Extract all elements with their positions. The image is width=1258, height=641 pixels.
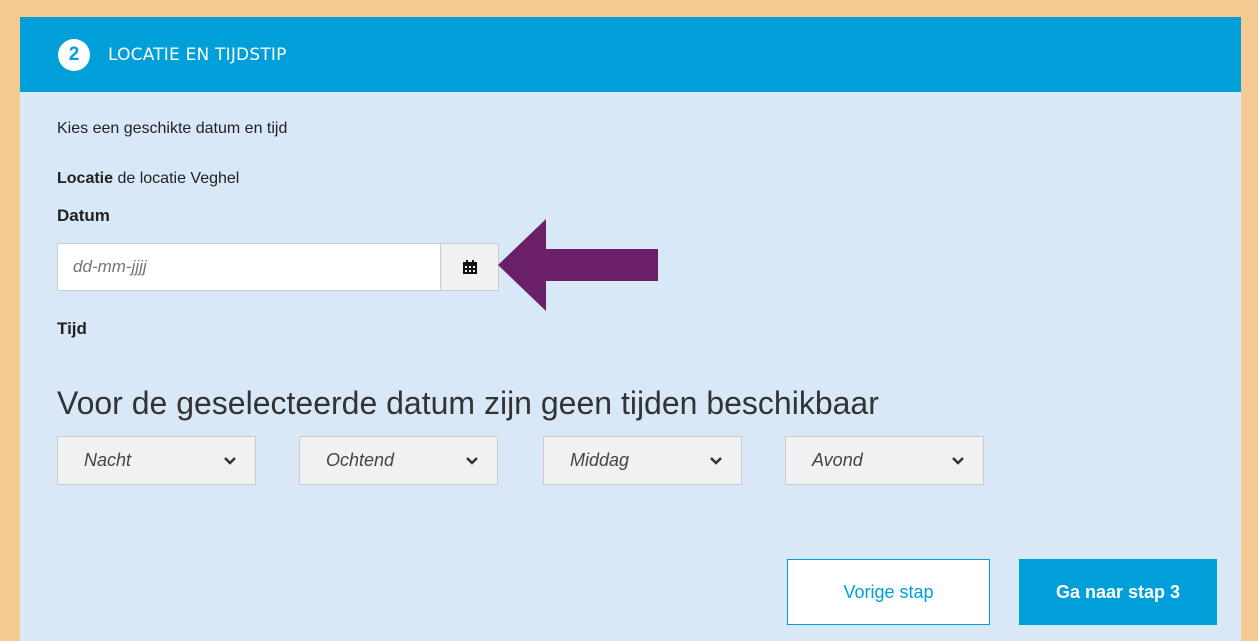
location-value: de locatie Veghel xyxy=(117,170,240,187)
no-times-notice: Voor de geselecteerde datum zijn geen ti… xyxy=(57,385,879,421)
calendar-icon xyxy=(462,260,477,274)
previous-step-button[interactable]: Vorige stap xyxy=(787,559,990,625)
select-ochtend[interactable]: Ochtend xyxy=(299,436,498,485)
chevron-down-icon xyxy=(224,456,236,465)
chevron-down-icon xyxy=(466,456,478,465)
select-value: Avond xyxy=(812,450,863,470)
location-line: Locatie de locatie Veghel xyxy=(57,170,239,188)
select-value: Middag xyxy=(570,450,630,470)
time-label: Tijd xyxy=(57,319,87,338)
select-middag[interactable]: Middag xyxy=(543,436,742,485)
date-label: Datum xyxy=(57,206,110,225)
step-panel: 2 LOCATIE EN TIJDSTIP Kies een geschikte… xyxy=(20,17,1241,641)
intro-text: Kies een geschikte datum en tijd xyxy=(57,120,288,137)
step-header: 2 LOCATIE EN TIJDSTIP xyxy=(20,17,1241,92)
chevron-down-icon xyxy=(710,456,722,465)
step-title: LOCATIE EN TIJDSTIP xyxy=(108,44,287,65)
location-label: Locatie xyxy=(57,170,114,187)
select-value: Nacht xyxy=(84,450,132,470)
step-number-badge: 2 xyxy=(58,38,90,71)
calendar-button[interactable] xyxy=(440,243,499,291)
chevron-down-icon xyxy=(952,456,964,465)
select-nacht[interactable]: Nacht xyxy=(57,436,256,485)
date-input[interactable] xyxy=(57,243,441,291)
select-avond[interactable]: Avond xyxy=(785,436,984,485)
annotation-arrow-icon xyxy=(498,219,658,311)
select-value: Ochtend xyxy=(326,450,395,470)
next-step-button[interactable]: Ga naar stap 3 xyxy=(1019,559,1217,625)
